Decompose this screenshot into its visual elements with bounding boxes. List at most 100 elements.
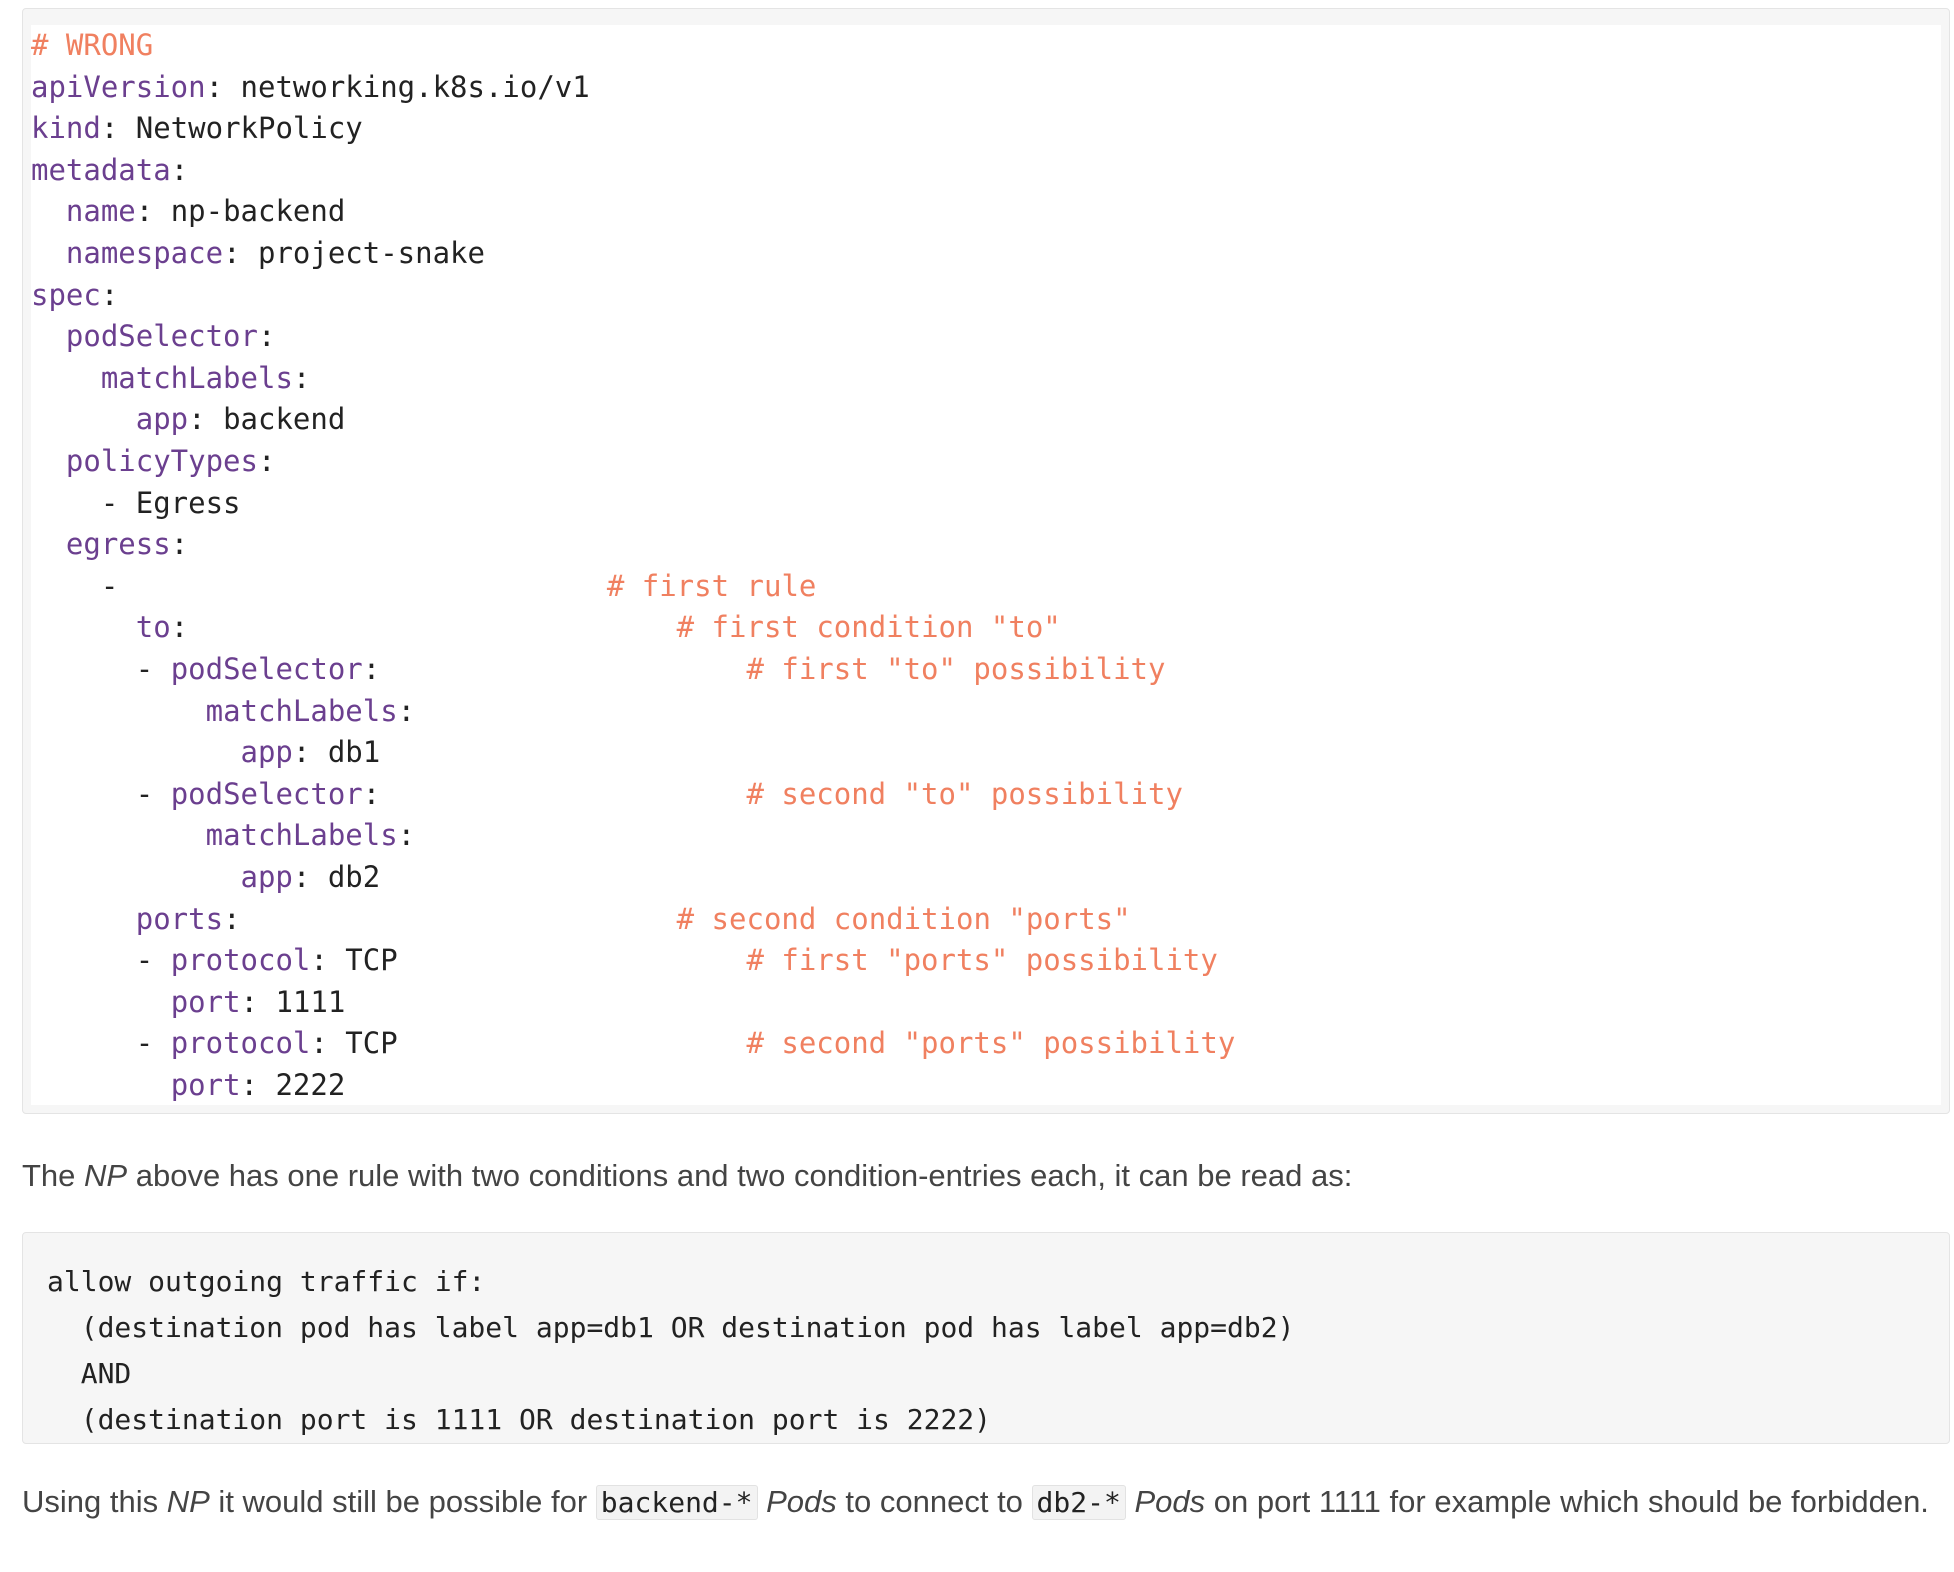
pseudo-line: (destination port is 1111 OR destination… [47,1403,992,1436]
yaml-comment: # second "ports" possibility [746,1026,1236,1061]
yaml-indent [31,236,66,270]
yaml-colon: : [292,360,311,395]
yaml-colon: : [292,860,328,894]
paragraph2-text [758,1484,767,1519]
yaml-line: apiVersion: networking.k8s.io/v1 [31,67,1941,108]
yaml-line: port: 2222 [31,1065,1941,1106]
yaml-line: matchLabels: [31,358,1941,399]
yaml-value: db1 [327,735,381,770]
yaml-value: TCP [345,1026,398,1061]
yaml-comment: # WRONG [31,28,154,62]
yaml-colon: : [135,194,171,229]
yaml-line: policyTypes: [31,441,1941,482]
yaml-key: app [135,402,189,437]
yaml-colon: : [397,818,416,853]
yaml-colon: : [205,69,241,104]
yaml-line: matchLabels: [31,815,1941,856]
yaml-line: - protocol: TCP # first "ports" possibili… [31,940,1941,981]
yaml-key: name [65,194,136,229]
yaml-key: podSelector [170,652,363,686]
yaml-colon: : [257,444,276,478]
yaml-indent: - [31,652,171,686]
yaml-comment: # first "to" possibility [746,652,1166,686]
yaml-line: kind: NetworkPolicy [31,108,1941,149]
pseudo-line: AND [47,1357,132,1390]
yaml-colon: : [310,943,346,978]
paragraph1-text-after: above has one rule with two conditions a… [127,1158,1353,1193]
yaml-line: name: np-backend [31,191,1941,232]
pseudo-logic-block: allow outgoing traffic if: (destination … [22,1232,1950,1444]
pseudo-line: allow outgoing traffic if: [47,1265,486,1298]
yaml-key: matchLabels [205,693,398,728]
yaml-colon: : [240,1068,276,1102]
yaml-code-block: # WRONG apiVersion: networking.k8s.io/v1 k… [22,8,1950,1114]
yaml-line: - protocol: TCP # second "ports" possibil… [31,1023,1941,1064]
yaml-colon: : [100,111,136,146]
yaml-key: protocol [170,1026,311,1061]
yaml-comment: # first rule [606,568,817,603]
yaml-comment: # first "ports" possibility [746,943,1218,978]
yaml-key: egress [65,527,171,562]
yaml-indent [31,860,241,894]
paragraph-np-description: The NP above has one rule with two condi… [22,1150,1942,1202]
yaml-key: policyTypes [65,444,258,478]
yaml-indent [31,194,66,228]
yaml-key: app [240,860,293,894]
yaml-colon: : [397,693,416,728]
yaml-value: - [100,568,119,603]
yaml-comment: # second "to" possibility [746,776,1183,811]
yaml-key: podSelector [65,319,258,354]
paragraph-conclusion: Using this NP it would still be possible… [22,1476,1942,1529]
yaml-line: # WRONG [31,25,1941,66]
yaml-key: port [170,1068,241,1102]
yaml-value: networking.k8s.io/v1 [240,69,590,104]
yaml-value: 2222 [275,1068,346,1102]
yaml-line: port: 1111 [31,982,1941,1023]
yaml-colon: : [223,236,258,270]
yaml-value: TCP [345,943,398,978]
yaml-key: to [135,610,171,645]
yaml-key: spec [31,277,101,312]
yaml-key: namespace [65,236,224,270]
yaml-colon: : [170,610,189,645]
yaml-colon: : [257,319,276,354]
pseudo-line: (destination pod has label app=db1 OR de… [47,1311,1295,1344]
yaml-line: namespace: project-snake [31,233,1941,274]
yaml-indent [31,902,136,936]
yaml-line: app: backend [31,399,1941,440]
yaml-indent [31,735,241,769]
yaml-key: podSelector [170,776,363,811]
yaml-line: - podSelector: # first "to" possibility [31,649,1941,690]
yaml-indent [31,694,206,728]
yaml-line: spec: [31,275,1941,316]
yaml-indent [31,1068,171,1102]
paragraph2-text: on port 1111 for example which should be… [1205,1484,1929,1519]
yaml-line: matchLabels: [31,691,1941,732]
yaml-line: - podSelector: # second "to" possibility [31,774,1941,815]
yaml-line: - Egress [31,483,1941,524]
yaml-indent [31,569,101,603]
yaml-indent [31,402,136,436]
yaml-colon: : [240,984,276,1019]
yaml-line: podSelector: [31,316,1941,357]
yaml-colon: : [170,527,189,562]
yaml-indent [31,486,101,520]
yaml-value: NetworkPolicy [135,111,363,146]
yaml-indent [31,610,136,644]
yaml-key: kind [31,111,101,146]
yaml-comment: # first condition "to" [676,610,1061,645]
yaml-key: metadata [31,152,171,187]
yaml-colon: : [170,152,189,187]
yaml-value: - Egress [100,485,241,520]
yaml-indent [31,985,171,1019]
paragraph1-np-emphasis: NP [84,1158,128,1193]
yaml-value: 1111 [275,984,346,1019]
yaml-key: apiVersion [31,69,206,104]
yaml-indent [31,319,66,353]
yaml-key: app [240,735,293,770]
yaml-key: port [170,984,241,1019]
yaml-value: db2 [327,860,381,894]
yaml-key: matchLabels [100,360,293,395]
inline-code-backend: backend-* [595,1485,758,1520]
yaml-line: metadata: [31,150,1941,191]
